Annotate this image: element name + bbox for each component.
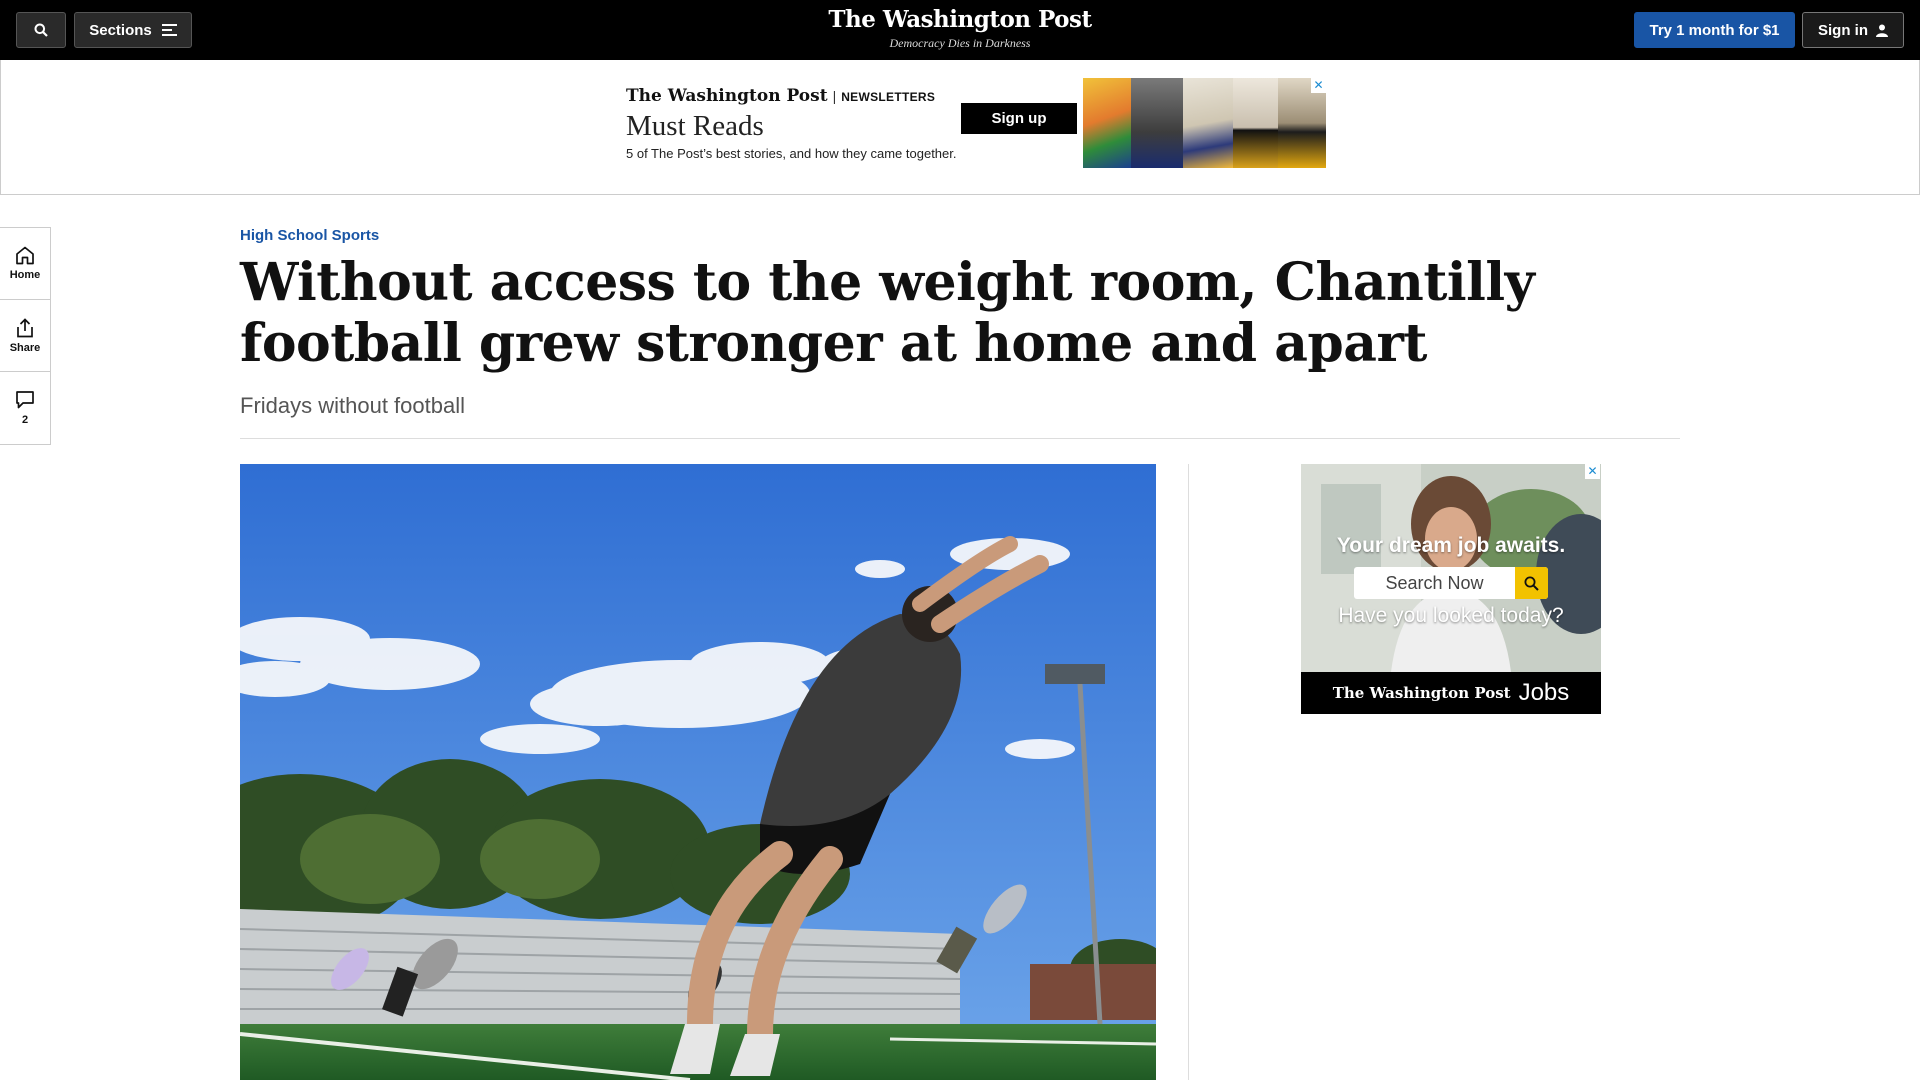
sections-label: Sections <box>89 21 152 39</box>
lead-photo-image <box>240 464 1156 1080</box>
search-button[interactable] <box>16 12 66 48</box>
rail-comments-button[interactable]: 2 <box>0 372 50 444</box>
home-icon <box>16 246 34 265</box>
close-icon[interactable]: ✕ <box>1311 78 1326 93</box>
newsletter-subtitle: 5 of The Post’s best stories, and how th… <box>626 146 957 161</box>
jobs-search-label: Search Now <box>1385 573 1484 593</box>
rail-share-label: Share <box>9 341 41 354</box>
search-icon <box>1524 576 1539 591</box>
newsletter-brand-tag: NEWSLETTERS <box>841 90 936 104</box>
jobs-ad[interactable]: Your dream job awaits. Search Now Have y… <box>1301 464 1601 714</box>
newsletter-brand-name: The Washington Post <box>626 86 828 106</box>
newsletter-ad[interactable]: The Washington Post | NEWSLETTERS Must Rea… <box>616 78 1326 168</box>
lead-photo[interactable] <box>240 464 1156 1080</box>
jobs-search-button[interactable] <box>1515 567 1548 599</box>
search-icon <box>34 23 48 37</box>
close-icon[interactable]: ✕ <box>1585 464 1600 479</box>
jobs-search-box[interactable]: Search Now <box>1354 567 1548 599</box>
jobs-footer-product: Jobs <box>1518 679 1570 706</box>
comment-icon <box>16 391 34 409</box>
jobs-ad-headline: Your dream job awaits. <box>1336 534 1566 557</box>
jobs-ad-footer: The Washington Post Jobs <box>1301 672 1601 714</box>
masthead-tagline: Democracy Dies in Darkness <box>889 36 1031 50</box>
share-icon <box>17 317 33 337</box>
rail-share-button[interactable]: Share <box>0 300 50 372</box>
sign-in-label: Sign in <box>1818 21 1868 39</box>
rail-home-button[interactable]: Home <box>0 228 50 300</box>
newsletter-signup-button[interactable]: Sign up <box>961 103 1077 134</box>
newsletter-title: Must Reads <box>626 110 764 142</box>
left-action-rail: Home Share 2 <box>0 227 51 445</box>
top-ad-banner: The Washington Post | NEWSLETTERS Must Rea… <box>0 60 1920 195</box>
header-divider <box>240 438 1680 439</box>
hamburger-menu-icon <box>161 24 177 36</box>
rail-home-label: Home <box>9 269 41 281</box>
user-icon <box>1876 24 1888 37</box>
article-kicker[interactable]: High School Sports <box>240 227 379 244</box>
sign-in-button[interactable]: Sign in <box>1802 12 1904 48</box>
newsletter-brand: The Washington Post | NEWSLETTERS <box>626 86 936 106</box>
masthead-logo[interactable]: The Washington Post Democracy Dies in Da… <box>760 6 1160 51</box>
jobs-footer-brand: The Washington Post <box>1332 684 1511 702</box>
top-navigation-bar: Sections The Washington Post Democracy D… <box>0 0 1920 60</box>
sections-menu-button[interactable]: Sections <box>74 12 192 48</box>
article-headline: Without access to the weight room, Chant… <box>240 252 1535 374</box>
newsletter-collage-image <box>1083 78 1326 168</box>
comment-count: 2 <box>21 414 29 426</box>
jobs-ad-question: Have you looked today? <box>1338 604 1564 627</box>
article-dek: Fridays without football <box>240 393 465 418</box>
subscribe-trial-button[interactable]: Try 1 month for $1 <box>1634 12 1795 48</box>
masthead-title: The Washington Post <box>828 6 1092 33</box>
column-divider <box>1188 464 1189 1080</box>
